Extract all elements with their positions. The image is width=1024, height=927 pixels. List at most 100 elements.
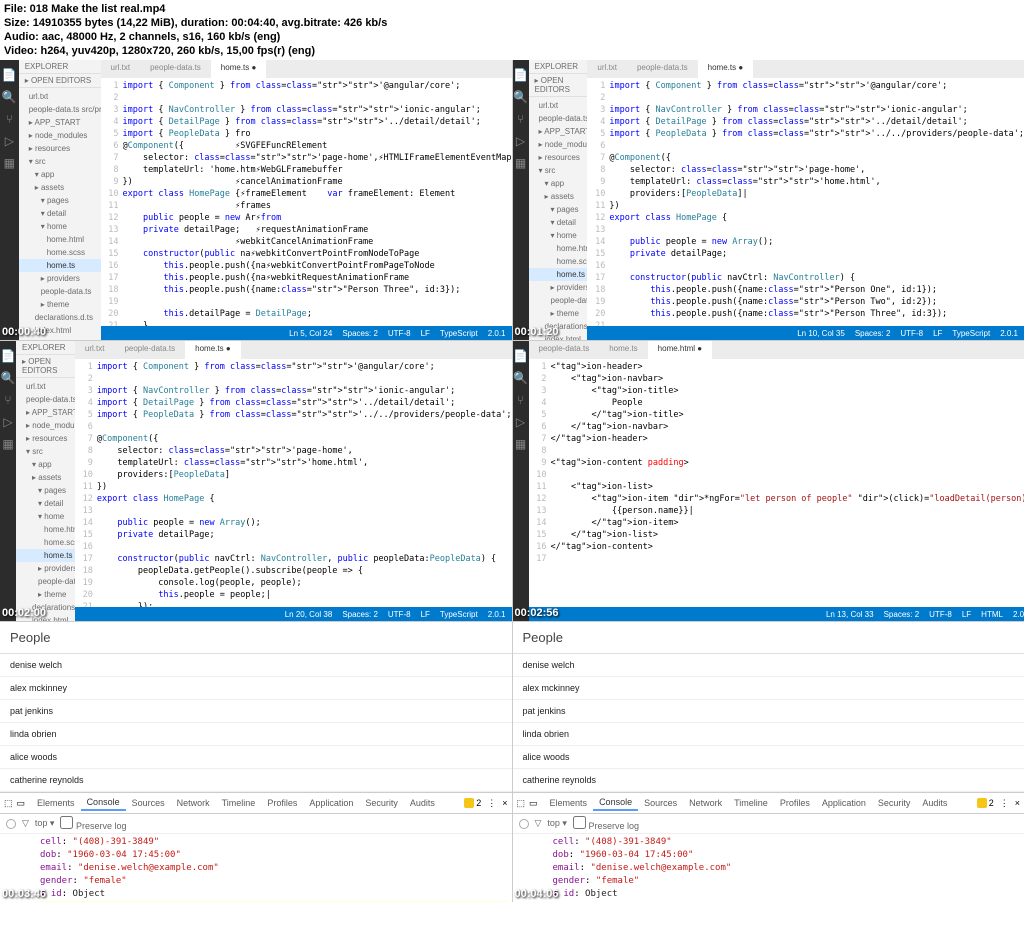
tree-item[interactable]: people-data.ts — [19, 285, 101, 298]
tree-item[interactable]: home.html — [19, 233, 101, 246]
device-icon[interactable]: ▭ — [17, 798, 26, 809]
tree-item[interactable]: ▸ node_modules — [529, 138, 588, 151]
tree-item[interactable]: home.scss — [19, 246, 101, 259]
code-editor[interactable]: 1234567891011121314151617 <"tag">ion-hea… — [529, 359, 1024, 607]
tree-item[interactable]: home.scss — [16, 536, 75, 549]
git-icon[interactable]: ⑂ — [513, 111, 529, 127]
devtools-tab-elements[interactable]: Elements — [544, 796, 594, 810]
tree-item[interactable]: url.txt — [529, 99, 588, 112]
ext-icon[interactable]: ▦ — [513, 436, 529, 452]
debug-icon[interactable]: ▷ — [0, 414, 16, 430]
console-output[interactable]: cell: "(408)-391-3849"dob: "1960-03-04 1… — [513, 834, 1024, 902]
open-editors[interactable]: ▸ OPEN EDITORS — [529, 74, 588, 97]
tree-item[interactable]: ▾ pages — [529, 203, 588, 216]
filter-icon[interactable]: ▽ — [535, 818, 542, 829]
device-icon[interactable]: ▭ — [529, 798, 538, 809]
tree-item[interactable]: ▸ providers — [19, 272, 101, 285]
code-editor[interactable]: 1234567891011121314151617181920212223242… — [75, 359, 512, 607]
list-item[interactable]: alex mckinney — [513, 677, 1024, 700]
ext-icon[interactable]: ▦ — [0, 436, 16, 452]
editor-tab[interactable]: people-data.ts — [140, 60, 211, 78]
devtools-tab-network[interactable]: Network — [171, 796, 216, 810]
tree-item[interactable]: ▸ APP_START — [529, 125, 588, 138]
tree-item[interactable]: home.ts — [16, 549, 75, 562]
list-item[interactable]: pat jenkins — [513, 700, 1024, 723]
files-icon[interactable]: 📄 — [513, 67, 529, 83]
devtools-tab-sources[interactable]: Sources — [638, 796, 683, 810]
list-item[interactable]: pat jenkins — [0, 700, 512, 723]
preserve-log-checkbox[interactable]: Preserve log — [60, 816, 126, 831]
editor-tab[interactable]: people-data.ts — [114, 341, 185, 359]
editor-tab[interactable]: url.txt — [587, 60, 627, 78]
close-icon[interactable]: × — [502, 798, 507, 808]
tree-item[interactable]: ▾ home — [529, 229, 588, 242]
tree-item[interactable]: ▸ resources — [19, 142, 101, 155]
files-icon[interactable]: 📄 — [0, 348, 16, 364]
git-icon[interactable]: ⑂ — [513, 392, 529, 408]
editor-tab[interactable]: home.ts ● — [185, 341, 241, 359]
git-icon[interactable]: ⑂ — [0, 392, 16, 408]
ext-icon[interactable]: ▦ — [513, 155, 529, 171]
list-item[interactable]: alex mckinney — [0, 677, 512, 700]
devtools-tab-audits[interactable]: Audits — [404, 796, 441, 810]
inspect-icon[interactable]: ⬚ — [4, 798, 13, 809]
code-editor[interactable]: 1234567891011121314151617181920212223242… — [587, 78, 1024, 326]
open-editors[interactable]: ▸ OPEN EDITORS — [16, 355, 75, 378]
search-icon[interactable]: 🔍 — [0, 370, 16, 386]
warning-badge[interactable]: 2 — [977, 798, 994, 808]
list-item[interactable]: alice woods — [0, 746, 512, 769]
warning-badge[interactable]: 2 — [464, 798, 481, 808]
devtools-tab-timeline[interactable]: Timeline — [728, 796, 774, 810]
list-item[interactable]: denise welch — [0, 654, 512, 677]
tree-item[interactable]: home.ts — [19, 259, 101, 272]
tree-item[interactable]: people-data.ts src/providers — [19, 103, 101, 116]
tree-item[interactable]: ▸ resources — [16, 432, 75, 445]
tree-item[interactable]: people-data.ts src/providers — [529, 112, 588, 125]
editor-tab[interactable]: home.ts ● — [211, 60, 267, 78]
filter-icon[interactable]: ▽ — [22, 818, 29, 829]
tree-item[interactable]: ▾ detail — [19, 207, 101, 220]
tree-item[interactable]: ▸ providers — [529, 281, 588, 294]
tree-item[interactable]: ▾ app — [529, 177, 588, 190]
tree-item[interactable]: declarations.d.ts — [19, 311, 101, 324]
devtools-tab-network[interactable]: Network — [683, 796, 728, 810]
more-icon[interactable]: ⋮ — [487, 798, 496, 809]
tree-item[interactable]: ▾ src — [529, 164, 588, 177]
tree-item[interactable]: ▸ theme — [19, 298, 101, 311]
git-icon[interactable]: ⑂ — [1, 111, 17, 127]
debug-icon[interactable]: ▷ — [513, 133, 529, 149]
list-item[interactable]: linda obrien — [0, 723, 512, 746]
ext-icon[interactable]: ▦ — [1, 155, 17, 171]
tree-item[interactable]: ▸ node_modules — [19, 129, 101, 142]
tree-item[interactable]: home.ts — [529, 268, 588, 281]
devtools-tab-profiles[interactable]: Profiles — [261, 796, 303, 810]
editor-tab[interactable]: people-data.ts — [627, 60, 698, 78]
tree-item[interactable]: ▸ assets — [16, 471, 75, 484]
tree-item[interactable]: ▸ theme — [529, 307, 588, 320]
tree-item[interactable]: people-data.ts — [529, 294, 588, 307]
tree-item[interactable]: ▾ src — [19, 155, 101, 168]
devtools-tab-application[interactable]: Application — [303, 796, 359, 810]
debug-icon[interactable]: ▷ — [513, 414, 529, 430]
more-icon[interactable]: ⋮ — [1000, 798, 1009, 809]
files-icon[interactable]: 📄 — [513, 348, 529, 364]
tree-item[interactable]: ▾ home — [16, 510, 75, 523]
devtools-tab-console[interactable]: Console — [81, 795, 126, 811]
tree-item[interactable]: url.txt — [19, 90, 101, 103]
editor-tab[interactable]: people-data.ts — [529, 341, 600, 359]
list-item[interactable]: catherine reynolds — [513, 769, 1024, 792]
devtools-tab-profiles[interactable]: Profiles — [774, 796, 816, 810]
debug-icon[interactable]: ▷ — [1, 133, 17, 149]
close-icon[interactable]: × — [1015, 798, 1020, 808]
editor-tab[interactable]: home.ts ● — [698, 60, 754, 78]
tree-item[interactable]: ▸ APP_START — [16, 406, 75, 419]
editor-tab[interactable]: url.txt — [101, 60, 141, 78]
list-item[interactable]: linda obrien — [513, 723, 1024, 746]
tree-item[interactable]: home.html — [529, 242, 588, 255]
tree-item[interactable]: ▸ assets — [529, 190, 588, 203]
devtools-tab-application[interactable]: Application — [816, 796, 872, 810]
devtools-tab-elements[interactable]: Elements — [31, 796, 81, 810]
preserve-log-checkbox[interactable]: Preserve log — [573, 816, 639, 831]
devtools-tab-console[interactable]: Console — [593, 795, 638, 811]
tree-item[interactable]: people-data.ts — [16, 575, 75, 588]
